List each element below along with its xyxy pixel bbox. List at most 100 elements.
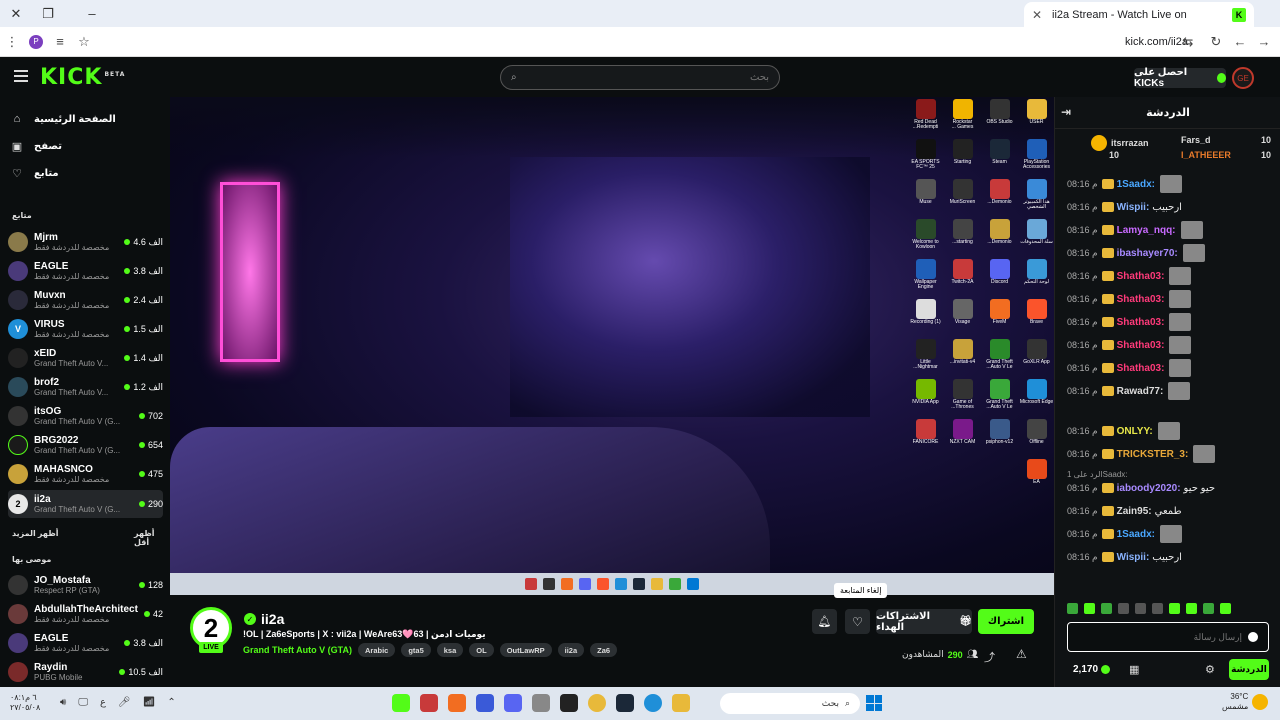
reload-icon[interactable]: ↻	[1204, 30, 1228, 54]
chat-message[interactable]: 08:16 م Shatha03:	[1067, 313, 1192, 331]
emote-icon[interactable]	[1135, 603, 1146, 614]
search-bar[interactable]: ⌕	[500, 65, 780, 90]
chat-message[interactable]: 08:16 م Shatha03:	[1067, 359, 1192, 377]
taskbar-app-icon[interactable]	[476, 694, 494, 712]
sidebar-channel[interactable]: xEID Grand Theft Auto V... 1.4 الف	[8, 344, 163, 372]
message-username[interactable]: 1Saadx:	[1117, 529, 1155, 540]
edge-icon[interactable]	[644, 694, 662, 712]
stream-tag[interactable]: OutLawRP	[499, 643, 552, 657]
sidebar-channel-active[interactable]: 2 ii2a Grand Theft Auto V (G... 290	[8, 490, 163, 518]
emote-icon[interactable]	[1067, 603, 1078, 614]
chat-message[interactable]: 08:16 م 1Saadx:	[1067, 175, 1182, 193]
menu-dots-icon[interactable]: ⋮	[0, 30, 24, 54]
taskbar-app-icon[interactable]	[448, 694, 466, 712]
chat-message[interactable]: 08:16 م Wispii: ارحبيب	[1067, 198, 1182, 216]
message-username[interactable]: Shatha03:	[1117, 317, 1165, 328]
gift-store-icon[interactable]: ▦	[1129, 663, 1139, 676]
nav-following[interactable]: ♡ متابع	[10, 163, 59, 183]
browser-tab-active[interactable]: ✕ ii2a Stream - Watch Live on K	[1024, 2, 1254, 27]
sidebar-recommended-channel[interactable]: EAGLE مخصصة للدردشة فقط 3.8 الف	[8, 629, 163, 657]
stream-tag[interactable]: ii2a	[557, 643, 585, 657]
top-gifter[interactable]: Fars_d	[1181, 135, 1211, 145]
chat-message[interactable]: 08:16 م Zain95: طمعي	[1067, 502, 1182, 520]
emote-icon[interactable]	[1186, 603, 1197, 614]
forward-arrow-icon[interactable]: →	[1252, 30, 1276, 54]
message-username[interactable]: ibashayer70:	[1117, 248, 1178, 259]
microphone-icon[interactable]: 🎤︎	[118, 697, 131, 708]
streamer-name[interactable]: ✓ ii2a	[244, 611, 284, 627]
hamburger-menu-icon[interactable]	[14, 70, 28, 82]
windows-start-icon[interactable]	[866, 695, 882, 711]
close-window-icon[interactable]: ✕	[0, 0, 32, 27]
chat-message[interactable]: 08:16 م Lamya_nqq:	[1067, 221, 1203, 239]
subscribe-button[interactable]: اشتراك	[978, 609, 1034, 634]
file-explorer-icon[interactable]	[672, 694, 690, 712]
sidebar-channel[interactable]: V VIRUS مخصصة للدردشة فقط 1.5 الف	[8, 315, 163, 343]
notification-bell-button[interactable]: 🔔︎	[812, 609, 837, 634]
report-icon[interactable]: ⚠	[1016, 647, 1027, 661]
nav-home[interactable]: ⌂ الصفحة الرئيسية	[10, 109, 116, 129]
stream-tag[interactable]: Arabic	[358, 643, 396, 657]
discord-icon[interactable]	[504, 694, 522, 712]
site-settings-icon[interactable]: ⇆	[1176, 30, 1200, 54]
video-player[interactable]: USER OBS Studio Rockstar Games ... Red Dead…	[170, 97, 1054, 595]
taskbar-app-icon[interactable]	[560, 694, 578, 712]
message-username[interactable]: Lamya_nqq:	[1117, 225, 1176, 236]
chat-message[interactable]: 08:16 م Rawad77:	[1067, 382, 1191, 400]
volume-icon[interactable]: 🔊︎	[60, 697, 66, 708]
sidebar-channel[interactable]: brof2 Grand Theft Auto V... 1.2 الف	[8, 373, 163, 401]
message-username[interactable]: Wispii:	[1117, 202, 1150, 213]
message-username[interactable]: Rawad77:	[1117, 386, 1164, 397]
message-username[interactable]: Shatha03:	[1117, 271, 1165, 282]
bookmark-star-icon[interactable]: ☆	[72, 30, 96, 54]
reading-list-icon[interactable]: ≡	[48, 30, 72, 54]
tray-expand-icon[interactable]: ⌃	[167, 697, 175, 708]
message-username[interactable]: Shatha03:	[1117, 294, 1165, 305]
chat-message[interactable]: 08:16 م Shatha03:	[1067, 290, 1192, 308]
emote-icon[interactable]	[1101, 603, 1112, 614]
taskbar-app-icon[interactable]	[420, 694, 438, 712]
message-username[interactable]: Wispii:	[1117, 552, 1150, 563]
message-username[interactable]: iaboody2020:	[1117, 483, 1181, 494]
message-username[interactable]: ONLYY:	[1117, 426, 1153, 437]
emote-icon[interactable]	[1220, 603, 1231, 614]
chat-message[interactable]: 08:16 م ONLYY:	[1067, 422, 1180, 440]
language-icon[interactable]: ع	[100, 697, 106, 708]
back-arrow-icon[interactable]: ←	[1228, 30, 1252, 54]
sidebar-channel[interactable]: MAHASNCO مخصصة للدردشة فقط 475	[8, 460, 163, 488]
chat-message[interactable]: 08:16 م ibashayer70:	[1067, 244, 1205, 262]
stream-tag[interactable]: OL	[469, 643, 494, 657]
sidebar-channel[interactable]: itsOG Grand Theft Auto V (G... 702	[8, 402, 163, 430]
network-icon[interactable]: 📶︎	[143, 697, 156, 708]
message-username[interactable]: Shatha03:	[1117, 363, 1165, 374]
emoji-picker-icon[interactable]	[1248, 632, 1258, 642]
display-icon[interactable]: 🖵	[78, 697, 88, 708]
chat-message[interactable]: 08:16 م Shatha03:	[1067, 267, 1192, 285]
sidebar-channel[interactable]: Mjrm مخصصة للدردشة فقط 4.6 الف	[8, 228, 163, 256]
stream-category[interactable]: Grand Theft Auto V (GTA)	[243, 645, 352, 655]
sidebar-recommended-channel[interactable]: AbdullahTheArchitect مخصصة للدردشة فقط 42	[8, 600, 163, 628]
top-gifter[interactable]: I_ATHEEER	[1181, 150, 1231, 160]
taskbar-app-icon[interactable]	[532, 694, 550, 712]
weather-widget[interactable]: 36°C مشمس	[1222, 692, 1248, 711]
profile-button[interactable]: P	[24, 30, 48, 54]
message-username[interactable]: TRICKSTER_3:	[1117, 449, 1189, 460]
chat-message[interactable]: 08:16 م Wispii: ارحبيب	[1067, 548, 1182, 566]
share-icon[interactable]: ⤴	[984, 649, 995, 665]
get-kicks-button[interactable]: احصل على KICKs	[1134, 67, 1226, 89]
emote-icon[interactable]	[1118, 603, 1129, 614]
kick-logo[interactable]: KICK BETA	[40, 65, 125, 90]
restore-window-icon[interactable]: ❐	[32, 0, 64, 27]
sidebar-recommended-channel[interactable]: Raydin PUBG Mobile 10.5 الف	[8, 658, 163, 686]
chat-message[interactable]: 08:16 م Shatha03:	[1067, 336, 1192, 354]
collapse-chat-icon[interactable]: ⇥	[1061, 105, 1071, 119]
taskbar-app-icon[interactable]	[392, 694, 410, 712]
chrome-icon[interactable]	[588, 694, 606, 712]
stream-tag[interactable]: Za6	[590, 643, 618, 657]
message-username[interactable]: Zain95:	[1117, 506, 1152, 517]
steam-icon[interactable]	[616, 694, 634, 712]
chat-message[interactable]: 08:16 م TRICKSTER_3:	[1067, 445, 1216, 463]
emote-icon[interactable]	[1169, 603, 1180, 614]
chat-message-input[interactable]	[1078, 632, 1242, 642]
emote-icon[interactable]	[1203, 603, 1214, 614]
